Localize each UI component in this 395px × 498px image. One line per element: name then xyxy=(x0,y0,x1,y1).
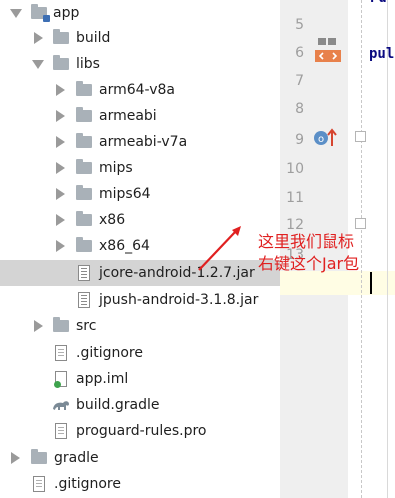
annotation-line: 右键这个Jar包 xyxy=(258,254,360,273)
annotation-text: 这里我们鼠标 右键这个Jar包 xyxy=(258,231,359,275)
annotation-line: 这里我们鼠标 xyxy=(258,232,355,251)
